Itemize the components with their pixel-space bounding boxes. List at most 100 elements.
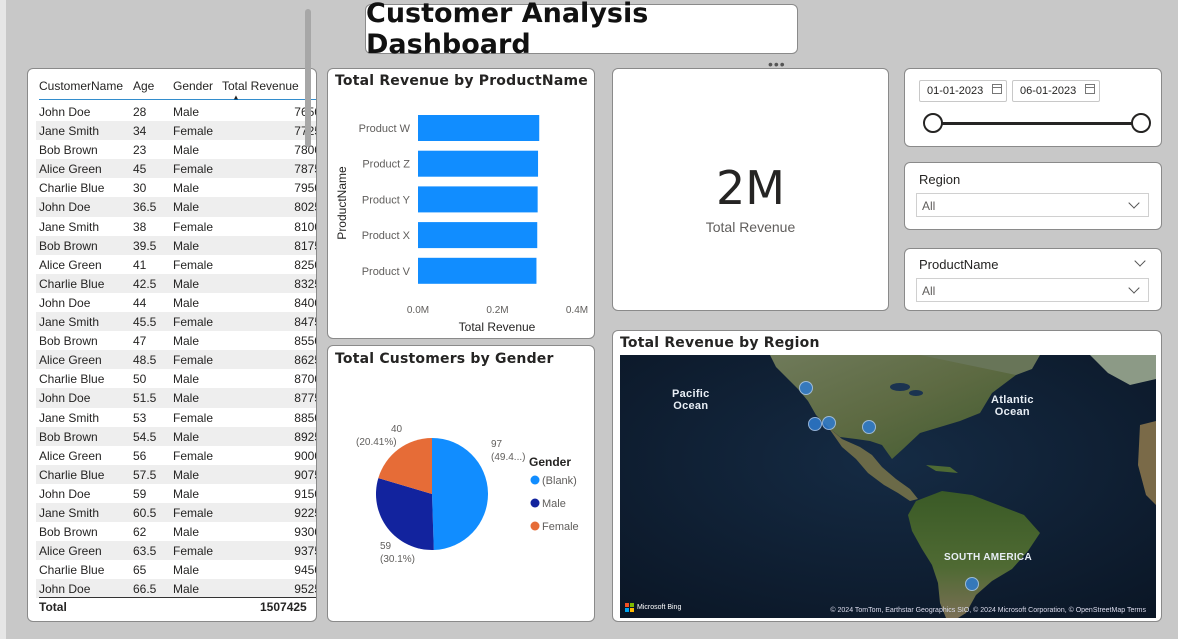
slice-percent-label: (49.4...) bbox=[491, 452, 525, 463]
region-slicer-label: Region bbox=[919, 172, 961, 187]
bar[interactable] bbox=[418, 150, 539, 177]
more-options-icon[interactable]: ••• bbox=[768, 57, 786, 71]
region-dropdown[interactable]: All bbox=[916, 193, 1149, 217]
map-bubble[interactable] bbox=[822, 416, 836, 430]
cell-customer-name: John Doe bbox=[39, 582, 91, 597]
header-customername[interactable]: CustomerName bbox=[39, 79, 123, 93]
cell-total-revenue: 8700 bbox=[294, 372, 316, 387]
dashboard-title: Customer Analysis Dashboard bbox=[365, 0, 798, 60]
table-row[interactable]: Bob Brown 62 Male 9300 bbox=[36, 522, 316, 541]
table-row[interactable]: John Doe 36.5 Male 8025 bbox=[36, 197, 316, 217]
category-label: Product Y bbox=[362, 194, 411, 206]
chevron-down-icon bbox=[1128, 282, 1140, 294]
legend-item-label[interactable]: Female bbox=[542, 521, 579, 533]
region-slicer: Region All bbox=[904, 162, 1162, 230]
legend-title: Gender bbox=[529, 455, 571, 469]
calendar-icon[interactable] bbox=[992, 84, 1002, 94]
table-row[interactable]: Jane Smith 53 Female 8850 bbox=[36, 408, 316, 427]
map-bubble[interactable] bbox=[862, 420, 876, 434]
table-row[interactable]: Jane Smith 38 Female 8100 bbox=[36, 217, 316, 236]
cell-age: 66.5 bbox=[133, 582, 157, 597]
cell-age: 50 bbox=[133, 372, 147, 387]
chevron-down-icon[interactable] bbox=[1134, 255, 1146, 267]
table-row[interactable]: Jane Smith 60.5 Female 9225 bbox=[36, 502, 316, 523]
table-row[interactable]: Alice Green 63.5 Female 9375 bbox=[36, 541, 316, 561]
table-row[interactable]: Charlie Blue 65 Male 9450 bbox=[36, 560, 316, 579]
pie-slice[interactable] bbox=[432, 438, 489, 550]
table-row[interactable]: Alice Green 45 Female 7875 bbox=[36, 159, 316, 179]
right-edge bbox=[1170, 0, 1178, 639]
calendar-icon[interactable] bbox=[1085, 84, 1095, 94]
cell-total-revenue: 8025 bbox=[294, 200, 316, 215]
start-date-value: 01-01-2023 bbox=[927, 85, 984, 97]
cell-customer-name: Bob Brown bbox=[39, 429, 98, 444]
end-date-input[interactable]: 06-01-2023 bbox=[1012, 80, 1100, 102]
table-row[interactable]: Jane Smith34Female7725 bbox=[36, 121, 316, 141]
cell-total-revenue: 8325 bbox=[294, 276, 316, 291]
table-body: John Doe28Male7650Jane Smith34Female7725… bbox=[36, 102, 316, 599]
cell-gender: Female bbox=[173, 448, 214, 463]
slice-value-label: 40 bbox=[391, 424, 403, 435]
header-divider bbox=[39, 99, 316, 100]
table-row[interactable]: John Doe 59 Male 9150 bbox=[36, 484, 316, 503]
table-row[interactable]: Charlie Blue 42.5 Male 8325 bbox=[36, 273, 316, 293]
table-row[interactable]: Alice Green 56 Female 9000 bbox=[36, 446, 316, 465]
table-scrollbar[interactable] bbox=[305, 9, 311, 147]
table-row[interactable]: Charlie Blue 30 Male 7950 bbox=[36, 178, 316, 197]
table-row[interactable]: John Doe28Male7650 bbox=[36, 102, 316, 121]
cell-age: 41 bbox=[133, 257, 147, 272]
map-attribution[interactable]: © 2024 TomTom, Earthstar Geographics SIO… bbox=[830, 607, 1146, 614]
map-bubble[interactable] bbox=[799, 381, 813, 395]
table-row[interactable]: Bob Brown 54.5 Male 8925 bbox=[36, 426, 316, 446]
table-row[interactable]: Bob Brown23Male7800 bbox=[36, 140, 316, 159]
product-dropdown[interactable]: All bbox=[916, 278, 1149, 302]
bar[interactable] bbox=[418, 115, 540, 141]
table-row[interactable]: Charlie Blue 50 Male 8700 bbox=[36, 369, 316, 388]
header-age[interactable]: Age bbox=[133, 79, 154, 93]
map-bubble[interactable] bbox=[965, 577, 979, 591]
cell-gender: Female bbox=[173, 257, 214, 272]
table-row[interactable]: Alice Green 41 Female 8250 bbox=[36, 255, 316, 274]
legend-item-label[interactable]: (Blank) bbox=[542, 475, 577, 487]
start-date-input[interactable]: 01-01-2023 bbox=[919, 80, 1007, 102]
table-row[interactable]: Bob Brown 39.5 Male 8175 bbox=[36, 235, 316, 255]
date-slider-track[interactable] bbox=[933, 122, 1141, 125]
cell-gender: Male bbox=[173, 238, 200, 253]
cell-age: 45.5 bbox=[133, 315, 157, 330]
cell-gender: Female bbox=[173, 410, 214, 425]
table-row[interactable]: Charlie Blue 57.5 Male 9075 bbox=[36, 464, 316, 484]
header-total-revenue[interactable]: Total Revenue bbox=[222, 79, 299, 93]
cell-age: 51.5 bbox=[133, 391, 157, 406]
header-gender[interactable]: Gender bbox=[173, 79, 213, 93]
cell-gender: Male bbox=[173, 200, 200, 215]
table-row[interactable]: Bob Brown 47 Male 8550 bbox=[36, 331, 316, 350]
cell-total-revenue: 8250 bbox=[294, 257, 316, 272]
cell-gender: Female bbox=[173, 124, 214, 139]
date-slider-end-handle[interactable] bbox=[1131, 113, 1151, 133]
cell-age: 34 bbox=[133, 124, 147, 139]
legend-swatch bbox=[530, 475, 540, 485]
table-row[interactable]: John Doe 66.5 Male 9525 bbox=[36, 579, 316, 599]
table-row[interactable]: Jane Smith 45.5 Female 8475 bbox=[36, 312, 316, 332]
category-label: Product V bbox=[362, 266, 411, 278]
cell-age: 56 bbox=[133, 448, 147, 463]
bar[interactable] bbox=[418, 222, 538, 249]
cell-age: 44 bbox=[133, 295, 147, 310]
table-row[interactable]: John Doe 51.5 Male 8775 bbox=[36, 388, 316, 408]
map-canvas[interactable]: Pacific Ocean Atlantic Ocean SOUTH AMERICA… bbox=[620, 355, 1156, 618]
bar[interactable] bbox=[418, 257, 537, 284]
cell-gender: Male bbox=[173, 429, 200, 444]
microsoft-logo-icon bbox=[625, 603, 634, 612]
cell-age: 62 bbox=[133, 525, 147, 540]
table-row[interactable]: John Doe 44 Male 8400 bbox=[36, 293, 316, 312]
legend-item-label[interactable]: Male bbox=[542, 498, 566, 510]
cell-total-revenue: 8550 bbox=[294, 334, 316, 349]
map-bubble[interactable] bbox=[808, 417, 822, 431]
cell-customer-name: Bob Brown bbox=[39, 334, 98, 349]
bar[interactable] bbox=[418, 186, 538, 213]
cell-total-revenue: 8625 bbox=[294, 353, 316, 368]
cell-customer-name: John Doe bbox=[39, 391, 91, 406]
date-slider-start-handle[interactable] bbox=[923, 113, 943, 133]
table-row[interactable]: Alice Green 48.5 Female 8625 bbox=[36, 350, 316, 370]
atlantic-ocean-label: Atlantic Ocean bbox=[991, 394, 1034, 418]
